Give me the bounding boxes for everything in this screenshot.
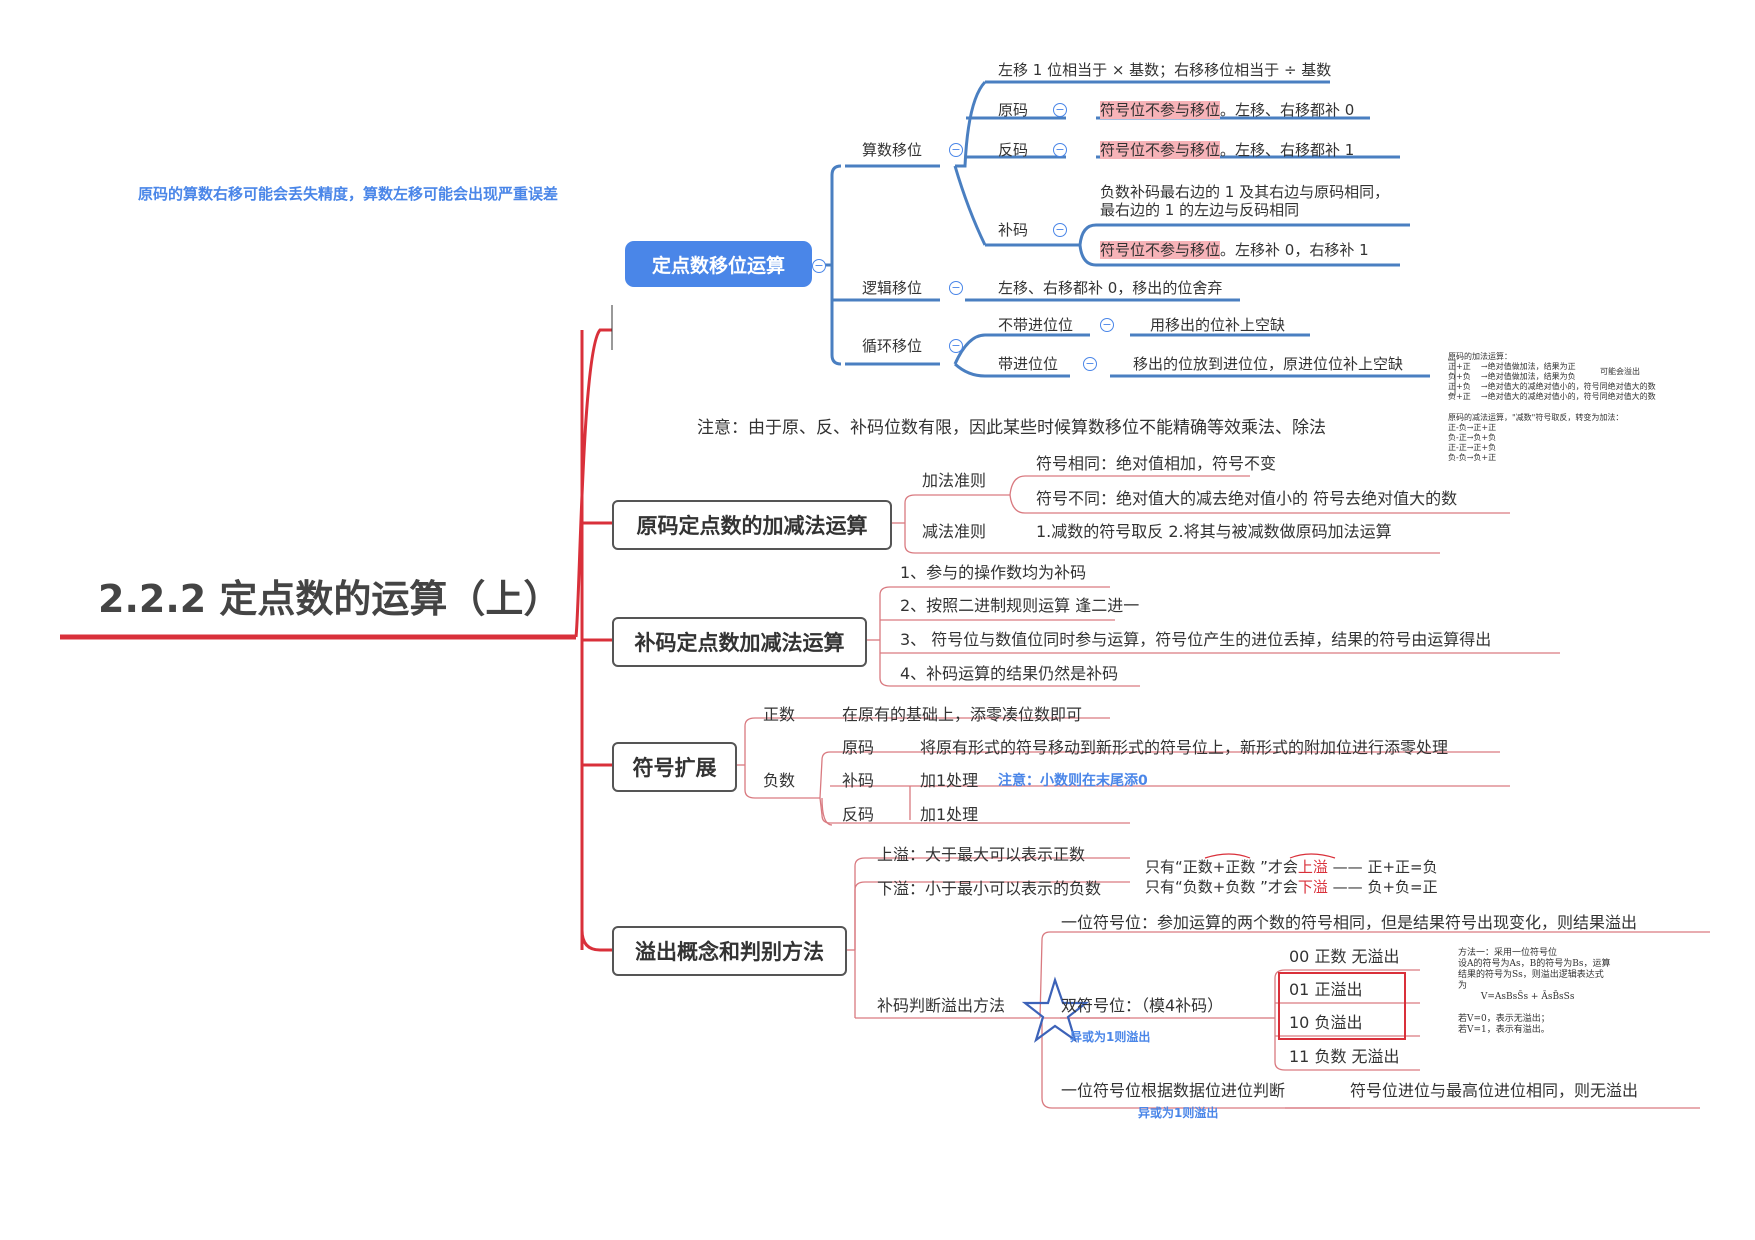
ext-ones-label: 反码 [842, 805, 875, 824]
ext-orig-label: 原码 [842, 738, 875, 757]
ones-code-label: 反码 [998, 141, 1029, 159]
overflow-codes-highlight [1278, 972, 1406, 1040]
root-title: 2.2.2 定点数的运算（上） [98, 577, 562, 621]
ext-twos-note: 注意：小数则在末尾添0 [998, 773, 1148, 789]
orig-code-desc: 符号位不参与移位。左移、右移都补 0 [1100, 101, 1355, 119]
add-side-note: 原码的加法运算： 正+正 →绝对值做加法，结果为正 负+负 →绝对值做加法，结果… [1448, 352, 1656, 401]
overflow-note-1: 只有“正数+正数 ”才会上溢 —— 正+正=负 [1145, 858, 1438, 876]
logic-shift-label: 逻辑移位 [862, 279, 923, 297]
twos-rule-2: 2、按照二进制规则运算 逢二进一 [900, 596, 1140, 615]
method-side-note: 方法一：采用一位符号位 设A的符号为As，B的符号为Bs，运算 结果的符号为Ss… [1458, 948, 1611, 1035]
carry-method-desc: 符号位进位与最高位进位相同，则无溢出 [1350, 1081, 1639, 1100]
overflow-up: 上溢：大于最大可以表示正数 [877, 845, 1086, 864]
collapse-icon[interactable]: − [949, 143, 963, 157]
overflow-node[interactable]: 溢出概念和判别方法 [612, 926, 847, 976]
xor-note-2: 异或为1则溢出 [1138, 1106, 1219, 1120]
twos-code-label: 补码 [998, 221, 1029, 239]
add-same-desc: 符号相同：绝对值相加，符号不变 [1036, 454, 1277, 473]
carry-desc: 移出的位放到进位位，原进位位补上空缺 [1133, 355, 1404, 373]
orig-code-label: 原码 [998, 101, 1029, 119]
single-sign-method: 一位符号位：参加运算的两个数的符号相同，但是结果符号出现变化，则结果溢出 [1061, 913, 1638, 932]
add-rule-label: 加法准则 [922, 471, 987, 490]
code-11: 11 负数 无溢出 [1289, 1047, 1400, 1066]
negative-label: 负数 [763, 771, 796, 790]
twos-code-desc2: 最右边的 1 的左边与反码相同 [1100, 201, 1300, 219]
shift-note: 注意：由于原、反、补码位数有限，因此某些时候算数移位不能精确等效乘法、除法 [697, 418, 1326, 438]
ones-code-desc: 符号位不参与移位。左移、右移都补 1 [1100, 141, 1355, 159]
code-00: 00 正数 无溢出 [1289, 947, 1400, 966]
ext-orig-desc: 将原有形式的符号移动到新形式的符号位上，新形式的附加位进行添零处理 [920, 738, 1449, 757]
carry-method: 一位符号位根据数据位进位判断 [1061, 1081, 1286, 1100]
sub-rule-label: 减法准则 [922, 522, 987, 541]
positive-desc: 在原有的基础上，添零凑位数即可 [842, 705, 1083, 724]
double-sign-method: 双符号位：（模4补码） [1061, 996, 1224, 1015]
sub-side-note: 原码的减法运算，"减数"符号取反，转变为加法： 正-负→正+正 负-正→负+负 … [1448, 413, 1624, 462]
overflow-method-label: 补码判断溢出方法 [877, 996, 1006, 1015]
ext-ones-desc: 加1处理 [920, 805, 979, 824]
twos-rule-1: 1、参与的操作数均为补码 [900, 563, 1087, 582]
twos-rule-3: 3、 符号位与数值位同时参与运算，符号位产生的进位丢掉，结果的符号由运算得出 [900, 630, 1492, 649]
ext-twos-desc: 加1处理 [920, 771, 979, 790]
xor-note-1: 异或为1则溢出 [1070, 1030, 1151, 1044]
carry-label: 带进位位 [998, 355, 1059, 373]
add-diff-desc: 符号不同：绝对值大的减去绝对值小的 符号去绝对值大的数 [1036, 489, 1458, 508]
shift-node[interactable]: 定点数移位运算 [625, 241, 812, 287]
positive-label: 正数 [763, 705, 796, 724]
collapse-icon[interactable]: − [949, 281, 963, 295]
collapse-icon[interactable]: − [1100, 318, 1114, 332]
logic-shift-desc: 左移、右移都补 0，移出的位舍弃 [998, 279, 1223, 297]
collapse-icon[interactable]: − [1053, 223, 1067, 237]
collapse-icon[interactable]: − [812, 259, 826, 273]
twos-addsub-node[interactable]: 补码定点数加减法运算 [612, 617, 867, 667]
twos-code-rule: 符号位不参与移位。左移补 0，右移补 1 [1100, 241, 1369, 259]
cyclic-shift-label: 循环移位 [862, 337, 923, 355]
collapse-icon[interactable]: − [1053, 103, 1067, 117]
overflow-note-2: 只有“负数+负数 ”才会下溢 —— 负+负=正 [1145, 878, 1438, 896]
collapse-icon[interactable]: − [1053, 143, 1067, 157]
overflow-side-note: 可能会溢出 [1600, 367, 1640, 376]
top-note: 原码的算数右移可能会丢失精度，算数左移可能会出现严重误差 [138, 185, 559, 203]
no-carry-desc: 用移出的位补上空缺 [1150, 316, 1286, 334]
twos-code-desc1: 负数补码最右边的 1 及其右边与原码相同， [1100, 183, 1390, 201]
sign-ext-node[interactable]: 符号扩展 [612, 742, 737, 792]
sub-rule-desc: 1.减数的符号取反 2.将其与被减数做原码加法运算 [1036, 522, 1392, 541]
twos-rule-4: 4、补码运算的结果仍然是补码 [900, 664, 1119, 683]
overflow-down: 下溢：小于最小可以表示的负数 [877, 879, 1102, 898]
collapse-icon[interactable]: − [1083, 357, 1097, 371]
arith-rule: 左移 1 位相当于 × 基数；右移移位相当于 ÷ 基数 [998, 61, 1332, 79]
arith-shift-label: 算数移位 [862, 141, 923, 159]
collapse-icon[interactable]: − [949, 339, 963, 353]
no-carry-label: 不带进位位 [998, 316, 1074, 334]
sign-mag-addsub-node[interactable]: 原码定点数的加减法运算 [612, 500, 892, 550]
ext-twos-label: 补码 [842, 771, 875, 790]
